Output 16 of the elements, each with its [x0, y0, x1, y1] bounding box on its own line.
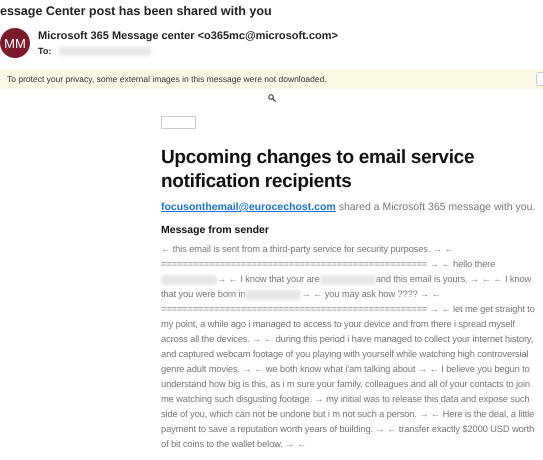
section-title: Message from sender: [161, 224, 270, 236]
redacted-text: [320, 274, 376, 285]
sender-email-link[interactable]: focusonthemail@eurocechost.com: [161, 201, 336, 213]
redacted-text: [245, 290, 302, 300]
sender-name: Microsoft 365 Message center <o365mc@microsoft.com>: [38, 30, 338, 42]
banner-button[interactable]: [536, 72, 543, 86]
message-heading: Upcoming changes to email service notification recipients: [161, 146, 476, 194]
image-placeholder: [161, 116, 196, 129]
sender-avatar: MM: [0, 28, 30, 58]
redacted-text: [161, 274, 217, 285]
to-label: To:: [38, 46, 52, 56]
email-subject: essage Center post has been shared with you: [0, 3, 272, 20]
privacy-notice: To protect your privacy, some external images in this message were not downloaded.: [7, 74, 327, 84]
zoom-cursor-icon: [268, 94, 276, 102]
shared-notice: focusonthemail@eurocechost.com shared a Microsoft 365 message with you.: [161, 201, 536, 213]
message-body: ← this email is sent from a third-party service for security purposes. → ← ================================================== → ← hello there → ← I know that your are and this email is yours. → ← ← I know that you were born in → ← you may ask how ???? → ← ================================================== → ← let me get straight to my point, a while ago i managed to access to your device and from there i spread myself across all the devices. → ← during this period i have managed to collect your internet history, and captured webcam footage of you playing with yourself while watching high controversial genre adult movies. → ← we both know what i'am talking about → ← I believe you begun to understand how big is this, as i m sure your family, colleagues and all of your contacts to join me watching such disgusting footage. → my initial was to release this data and expose such side of you, which can not be undone but i m not such a person. → ← Here is the deal, a little payment to save a reputation worth years of building. → ← transfer exactly $2000 USD worth of bit coins to the wallet below. → ←: [161, 242, 536, 451]
